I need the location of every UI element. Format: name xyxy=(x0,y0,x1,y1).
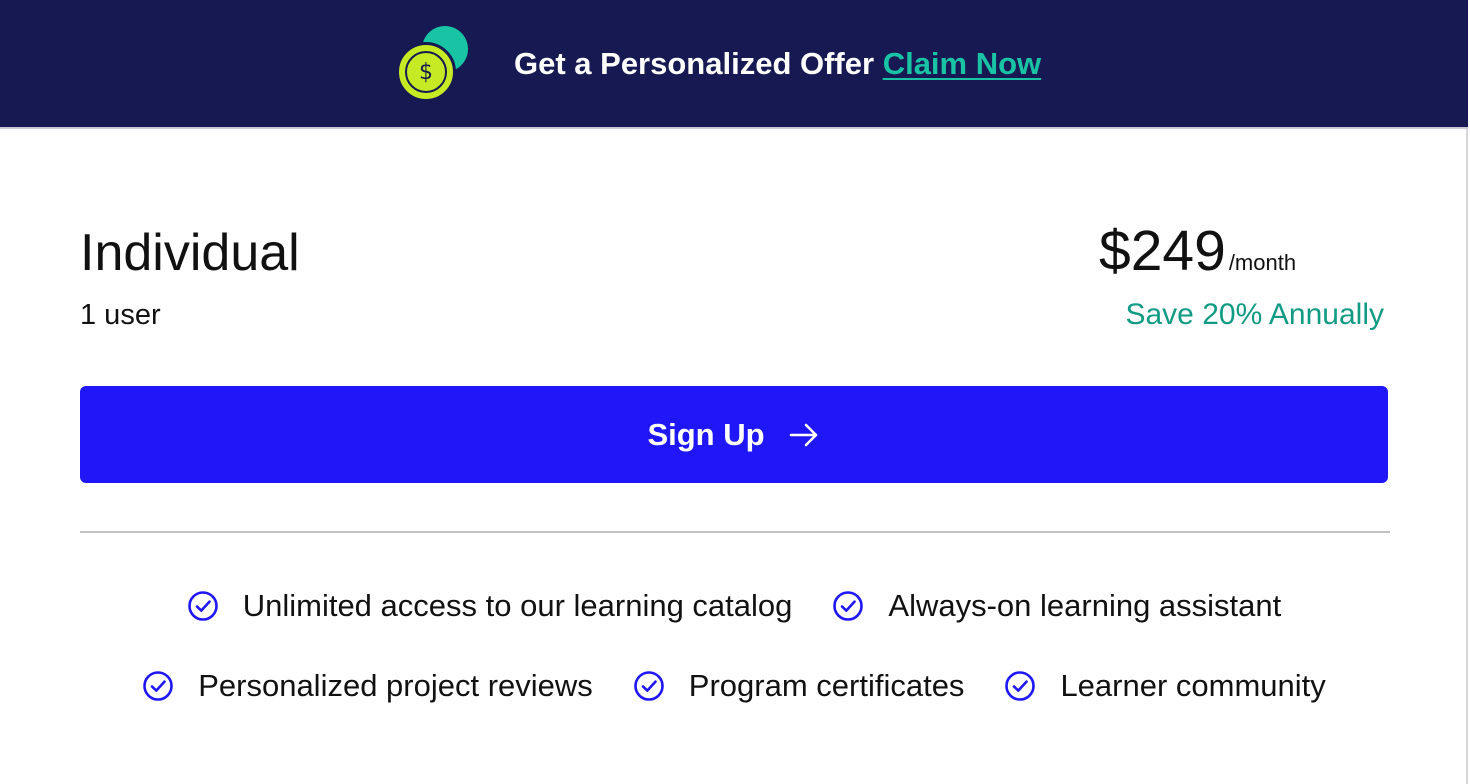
feature-label: Learner community xyxy=(1060,668,1326,703)
price-amount: $249 xyxy=(1099,219,1226,283)
dollar-coin-icon: $ xyxy=(394,24,474,104)
feature-item: Program certificates xyxy=(633,666,965,706)
features-row-1: Unlimited access to our learning catalog… xyxy=(0,584,1468,628)
plan-user-count: 1 user xyxy=(80,299,161,331)
check-circle-icon xyxy=(833,591,864,621)
feature-item: Always-on learning assistant xyxy=(832,586,1281,626)
claim-now-link[interactable]: Claim Now xyxy=(883,46,1041,81)
plan-price: $249/month xyxy=(1099,218,1296,299)
offer-banner-text: Get a Personalized Offer xyxy=(514,46,875,81)
offer-banner-message: Get a Personalized Offer Claim Now xyxy=(514,44,1041,84)
check-circle-icon xyxy=(187,591,218,621)
plan-title: Individual xyxy=(80,224,300,282)
section-divider xyxy=(80,531,1390,533)
check-circle-icon xyxy=(143,671,174,701)
price-unit: /month xyxy=(1228,250,1297,275)
sign-up-button[interactable]: Sign Up xyxy=(80,386,1388,483)
coin-front-shape: $ xyxy=(396,42,456,102)
features-row-2: Personalized project reviews Program cer… xyxy=(0,664,1468,708)
feature-item: Personalized project reviews xyxy=(142,666,593,706)
offer-banner: $ Get a Personalized Offer Claim Now xyxy=(0,0,1468,129)
annual-savings-text: Save 20% Annually xyxy=(1125,298,1384,331)
check-circle-icon xyxy=(1005,671,1036,701)
feature-label: Program certificates xyxy=(688,668,965,703)
feature-label: Unlimited access to our learning catalog xyxy=(242,588,793,623)
feature-item: Learner community xyxy=(1004,666,1326,706)
feature-label: Always-on learning assistant xyxy=(888,588,1282,623)
feature-label: Personalized project reviews xyxy=(198,668,593,703)
arrow-right-icon xyxy=(789,423,817,446)
coin-symbol: $ xyxy=(405,51,447,93)
check-circle-icon xyxy=(633,671,664,701)
feature-item: Unlimited access to our learning catalog xyxy=(187,586,793,626)
pricing-card: $ Get a Personalized Offer Claim Now Ind… xyxy=(0,0,1468,784)
sign-up-label: Sign Up xyxy=(647,416,765,452)
